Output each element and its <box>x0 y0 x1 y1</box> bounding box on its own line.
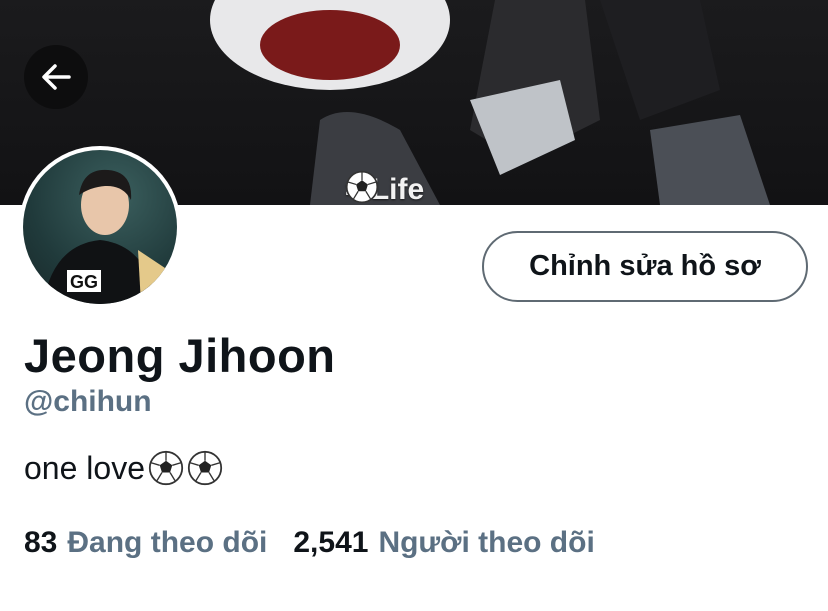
bio-text: one love <box>24 449 145 486</box>
avatar-image: GG <box>23 150 177 304</box>
followers-link[interactable]: 2,541 Người theo dõi <box>293 526 594 560</box>
following-label: Đang theo dõi <box>67 526 268 559</box>
soccer-ball-icon <box>148 450 184 486</box>
soccer-ball-icon <box>345 170 379 204</box>
svg-text:GG: GG <box>70 272 98 292</box>
edit-profile-button[interactable]: Chỉnh sửa hồ sơ <box>482 231 808 302</box>
arrow-left-icon <box>42 64 71 90</box>
follow-stats: 83 Đang theo dõi 2,541 Người theo dõi <box>24 523 595 563</box>
following-link[interactable]: 83 Đang theo dõi <box>24 526 267 560</box>
following-count: 83 <box>24 526 58 559</box>
bio: one love <box>24 448 223 488</box>
followers-count: 2,541 <box>293 526 369 559</box>
display-name: Jeong Jihoon <box>24 329 336 382</box>
user-handle: @chihun <box>24 385 152 418</box>
back-button[interactable] <box>24 45 88 109</box>
followers-label: Người theo dõi <box>378 526 595 559</box>
avatar[interactable]: GG <box>19 146 181 308</box>
soccer-ball-icon <box>187 450 223 486</box>
banner-caption: = Life <box>345 170 424 205</box>
